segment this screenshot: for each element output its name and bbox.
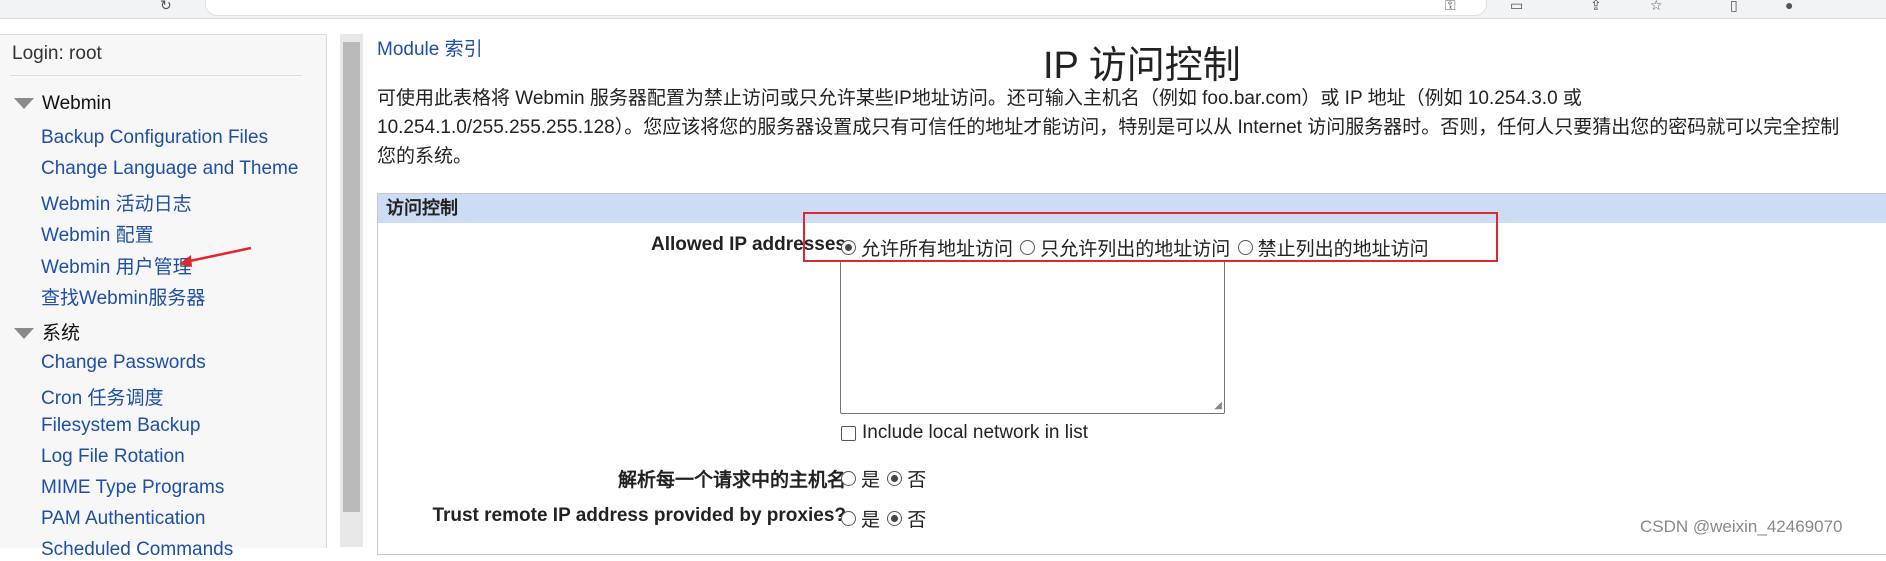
share-icon[interactable]: ⇪ (1590, 0, 1602, 14)
watermark: CSDN @weixin_42469070 (1640, 517, 1843, 536)
radio-resolve-no[interactable]: 否 (887, 465, 926, 492)
radio-label: 否 (907, 510, 927, 531)
nav-link-filesystem-backup[interactable]: Filesystem Backup (41, 415, 200, 437)
collapse-triangle-icon (14, 328, 34, 340)
radio-resolve-yes[interactable]: 是 (841, 465, 880, 492)
nav-divider (10, 75, 302, 76)
collapse-triangle-icon (14, 98, 34, 110)
nav-link-log-rotation[interactable]: Log File Rotation (41, 446, 185, 468)
nav-link-change-language[interactable]: Change Language and Theme (41, 158, 298, 180)
radio-label: 是 (861, 470, 881, 491)
page-title: IP 访问控制 (1043, 45, 1241, 87)
category-system[interactable]: 系统 (14, 318, 80, 345)
resolve-hostname-label: 解析每一个请求中的主机名 (617, 470, 846, 491)
annotation-arrow-icon (179, 246, 252, 267)
nav-link-find-servers[interactable]: 查找Webmin服务器 (41, 283, 205, 310)
browser-toolbar: ↻ ⚿ ▭ ⇪ ☆ ▯ ● (0, 0, 1886, 19)
radio-label: 是 (861, 510, 881, 531)
category-label: Webmin (42, 93, 112, 114)
resolve-radio-group: 是 否 (841, 465, 928, 492)
bookmark-icon[interactable]: ☆ (1650, 0, 1663, 14)
reload-icon[interactable]: ↻ (160, 0, 172, 14)
nav-link-webmin-log[interactable]: Webmin 活动日志 (41, 189, 192, 216)
extension-icon[interactable]: ▭ (1510, 0, 1523, 14)
scrollbar-thumb[interactable] (343, 42, 360, 512)
key-icon[interactable]: ⚿ (1445, 0, 1456, 14)
page-description: 可使用此表格将 Webmin 服务器配置为禁止访问或只允许某些IP地址访问。还可… (377, 84, 1886, 171)
radio-button[interactable] (887, 471, 903, 486)
nav-link-change-passwords[interactable]: Change Passwords (41, 352, 206, 374)
address-bar[interactable] (205, 0, 1487, 16)
radio-trust-no[interactable]: 否 (887, 505, 926, 532)
category-webmin[interactable]: Webmin (14, 93, 111, 115)
radio-button[interactable] (841, 471, 856, 486)
trust-radio-group: 是 否 (841, 505, 928, 532)
nav-link-webmin-config[interactable]: Webmin 配置 (41, 220, 154, 247)
checkbox-label: Include local network in list (862, 422, 1088, 443)
login-label: Login: root (12, 43, 102, 64)
resize-grip-icon[interactable]: ◢ (1214, 400, 1222, 411)
radio-trust-yes[interactable]: 是 (841, 505, 880, 532)
radio-label: 否 (907, 470, 927, 491)
ip-list-textarea[interactable]: ◢ (840, 260, 1225, 414)
module-index-link[interactable]: Module 索引 (377, 34, 483, 61)
nav-link-backup-config[interactable]: Backup Configuration Files (41, 127, 268, 149)
checkbox[interactable] (841, 425, 856, 441)
radio-button[interactable] (841, 511, 856, 526)
avatar[interactable]: ● (1785, 0, 1793, 13)
frame-scrollbar[interactable] (340, 34, 363, 547)
nav-link-mime-programs[interactable]: MIME Type Programs (41, 477, 224, 499)
nav-link-webmin-users[interactable]: Webmin 用户管理 (41, 252, 192, 279)
description-line: 可使用此表格将 Webmin 服务器配置为禁止访问或只允许某些IP地址访问。还可… (377, 88, 1582, 109)
nav-link-scheduled-commands[interactable]: Scheduled Commands (41, 539, 233, 561)
sidebar-icon[interactable]: ▯ (1730, 0, 1738, 14)
radio-button[interactable] (887, 511, 903, 526)
description-line: 10.254.1.0/255.255.255.128）。您应该将您的服务器设置成… (377, 117, 1840, 138)
include-local-checkbox[interactable]: Include local network in list (841, 422, 1088, 444)
navigation-frame: Login: root Webmin Backup Configuration … (0, 34, 327, 560)
nav-link-pam[interactable]: PAM Authentication (41, 508, 205, 530)
description-line: 您的系统。 (377, 146, 473, 167)
trust-proxy-label: Trust remote IP address provided by prox… (432, 505, 846, 526)
nav-link-cron[interactable]: Cron 任务调度 (41, 383, 163, 410)
category-label: 系统 (42, 323, 81, 344)
annotation-highlight-box (803, 212, 1498, 262)
